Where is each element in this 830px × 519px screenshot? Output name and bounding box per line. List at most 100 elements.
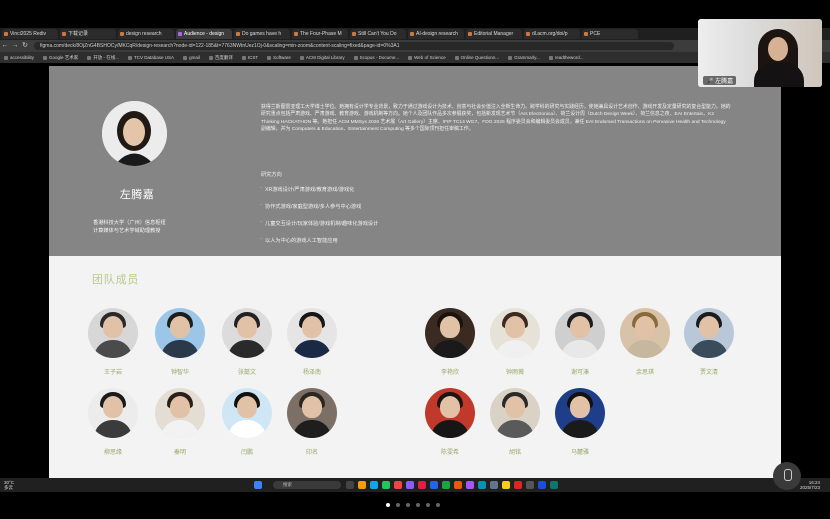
profile-bio: 获得兰斯图雷亚理工大学博士学位。她拥有设计学专业背景，致力于通过游戏设计为技术、… [261, 105, 731, 132]
team-member-name: 印名 [305, 450, 318, 456]
zoom-icon[interactable] [478, 481, 486, 489]
bookmark-item[interactable]: Web of Science [408, 55, 446, 60]
bookmark-item[interactable]: Software [267, 55, 291, 60]
browser-tab[interactable]: PCE [582, 29, 638, 39]
word-icon[interactable] [430, 481, 438, 489]
excel-icon[interactable] [442, 481, 450, 489]
browser-tab[interactable]: Vinci2025 Rediv [2, 29, 58, 39]
wechat-icon[interactable] [382, 481, 390, 489]
team-member-name: 贾文清 [699, 370, 718, 376]
pdf-icon[interactable] [514, 481, 522, 489]
bookmark-item[interactable]: Grammarly... [508, 55, 540, 60]
team-member: 张懿文 [217, 308, 277, 376]
team-member-photo [287, 388, 337, 438]
app-icon[interactable] [418, 481, 426, 489]
forward-arrow-icon[interactable]: → [10, 41, 20, 51]
browser-tab[interactable]: 下载记录 [60, 29, 116, 39]
terminal-icon[interactable] [526, 481, 534, 489]
microphone-icon[interactable] [773, 462, 801, 490]
team-member-name: 钟智华 [170, 370, 189, 376]
bookmark-icon [43, 55, 48, 60]
bookmark-item[interactable]: Google 艺术家 [43, 55, 78, 61]
windows-start-icon[interactable] [254, 481, 262, 489]
bookmark-item[interactable]: gmail [183, 55, 200, 60]
pager-dot[interactable] [386, 503, 390, 507]
bookmark-item[interactable]: readtheword... [548, 55, 584, 60]
browser-tab[interactable]: Still Can't You Do [350, 29, 406, 39]
team-member-name: 张懿文 [237, 370, 256, 376]
chrome-icon[interactable] [394, 481, 402, 489]
system-clock[interactable]: 16:24 2025/7/23 [800, 480, 820, 490]
pager-dot[interactable] [416, 503, 420, 507]
bookmark-icon [267, 55, 272, 60]
notes-icon[interactable] [502, 481, 510, 489]
research-label: 研究方向 [261, 172, 282, 178]
bookmark-item[interactable]: accessibility [4, 55, 34, 60]
taskbar: 30°C 多云 搜索 16:24 2025/7/23 [0, 478, 830, 492]
bookmark-item[interactable]: 开放 - 在线... [87, 55, 119, 61]
video-participant-name: 🎤 左腾嘉 [703, 76, 737, 85]
profile-portrait-icon [102, 101, 167, 166]
browser-tab[interactable]: Do games have h [234, 29, 290, 39]
pager-dot[interactable] [406, 503, 410, 507]
edge-browser-icon[interactable] [370, 481, 378, 489]
browser-tab[interactable]: The Four-Phase M [292, 29, 348, 39]
browser-tab[interactable]: design research [118, 29, 174, 39]
team-member: 闫鹏 [217, 388, 277, 456]
bookmark-icon [4, 55, 8, 60]
team-member-name: 闫鹏 [240, 450, 253, 456]
team-member-name: 李艳欣 [440, 370, 459, 376]
bookmark-icon [353, 55, 358, 60]
settings-icon[interactable] [490, 481, 498, 489]
research-item: 以人为中心的游戏人工智能应用 [260, 236, 338, 244]
bookmark-item[interactable]: ACM Digital Library [299, 55, 345, 60]
team-member-photo [425, 388, 475, 438]
powerpoint-icon[interactable] [454, 481, 462, 489]
team-member-photo [555, 388, 605, 438]
pager-dot[interactable] [396, 503, 400, 507]
team-member-name: 马麓雅 [570, 450, 589, 456]
bookmark-item[interactable]: 百度翻译 [208, 55, 233, 61]
bookmark-icon [208, 55, 213, 60]
profile-hero: 左腾嘉 香港科技大学（广州）信息枢纽 计算媒体与艺术学域助理教授 获得兰斯图雷亚… [49, 66, 781, 256]
screen: Vinci2025 Rediv 下载记录 design research Aud… [0, 0, 830, 519]
tab-favicon-icon [236, 32, 240, 36]
team-member-photo [88, 308, 138, 358]
bookmark-icon [299, 55, 304, 60]
team-member-photo [287, 308, 337, 358]
profile-avatar [102, 101, 167, 166]
tab-favicon-icon [584, 32, 588, 36]
bookmark-item[interactable]: Scopus - Docume... [353, 55, 399, 60]
task-view-icon[interactable] [346, 481, 354, 489]
taskbar-search-input[interactable]: 搜索 [273, 481, 341, 489]
bookmark-item[interactable]: TCV Database USA [128, 55, 174, 60]
file-explorer-icon[interactable] [358, 481, 366, 489]
bookmark-item[interactable]: Online Questionn... [454, 55, 499, 60]
team-member: 胡铭 [485, 388, 545, 456]
reload-icon[interactable]: ↻ [20, 41, 30, 51]
browser-tab-active[interactable]: Audience - design [176, 29, 232, 39]
team-member-photo [620, 308, 670, 358]
teams-icon[interactable] [406, 481, 414, 489]
weather-widget[interactable]: 30°C 多云 [4, 480, 14, 490]
mail-icon[interactable] [538, 481, 546, 489]
bookmark-icon [454, 55, 459, 60]
team-member: 印名 [282, 388, 342, 456]
browser-tab[interactable]: AI-design research [408, 29, 464, 39]
browser-tab[interactable]: Editorial Manager [466, 29, 522, 39]
tab-favicon-icon [410, 32, 414, 36]
back-arrow-icon[interactable]: ← [0, 41, 10, 51]
pager-dot[interactable] [426, 503, 430, 507]
app-icon[interactable] [550, 481, 558, 489]
figma-icon[interactable] [466, 481, 474, 489]
team-member-photo [88, 388, 138, 438]
bookmark-icon [408, 55, 413, 60]
url-input[interactable]: figma.com/deck/8OjZnG4BSHOCy/MKCqR/desig… [34, 42, 674, 50]
profile-position: 计算媒体与艺术学域助理教授 [93, 228, 161, 234]
profile-name: 左腾嘉 [119, 189, 155, 201]
bookmark-icon [183, 55, 188, 60]
browser-tab[interactable]: dl.acm.org/doi/p [524, 29, 580, 39]
pager-dot[interactable] [436, 503, 440, 507]
bookmark-item[interactable]: ICST [241, 55, 258, 60]
team-member: 陈雯希 [420, 388, 480, 456]
